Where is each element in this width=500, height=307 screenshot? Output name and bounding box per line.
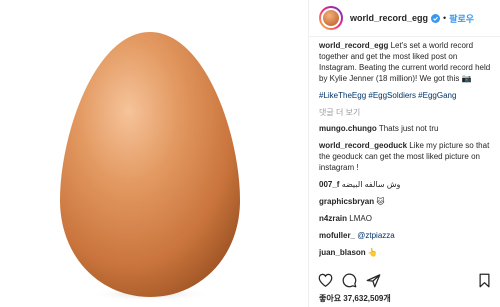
post-sidebar: world_record_egg • 팔로우 world_record_egg … [308, 0, 500, 307]
share-icon [366, 273, 380, 287]
post-header: world_record_egg • 팔로우 [309, 0, 500, 37]
caption: world_record_egg Let's set a world recor… [319, 40, 492, 101]
comment-username[interactable]: graphicsbryan [319, 197, 374, 206]
comment-username[interactable]: mungo.chungo [319, 124, 377, 133]
comment-username[interactable]: n4zrain [319, 214, 347, 223]
comment-item: 007_f وش سالفه البيضه [319, 179, 492, 190]
comment-username[interactable]: juan_blason [319, 248, 366, 257]
more-comments-link[interactable]: 댓글 더 보기 [319, 107, 492, 118]
comment-text: 👆 [367, 248, 378, 257]
egg-image [60, 32, 240, 301]
post-image[interactable] [0, 0, 308, 307]
comment-username[interactable]: world_record_geoduck [319, 141, 407, 150]
save-button[interactable] [476, 272, 492, 288]
comment-item: world_record_geoduck Like my picture so … [319, 140, 492, 173]
comment-username[interactable]: 007_f [319, 180, 339, 189]
comment-text: 🐱 [376, 197, 385, 206]
comment-item: graphicsbryan 🐱 [319, 196, 492, 207]
comment-item: n4zrain LMAO [319, 213, 492, 224]
avatar[interactable] [319, 6, 343, 30]
header-username[interactable]: world_record_egg [350, 13, 428, 23]
comment-text[interactable]: @ztpiazza [357, 231, 394, 240]
verified-badge-icon [431, 13, 441, 23]
likes-count[interactable]: 좋아요 37,632,509개 [319, 293, 391, 304]
comment-text: وش سالفه البيضه [341, 180, 401, 189]
heart-icon [318, 273, 332, 287]
comment-item: juan_blason 👆 [319, 247, 492, 258]
comment-username[interactable]: mofuller_ [319, 231, 355, 240]
comment-text: LMAO [349, 214, 372, 223]
comments-list: world_record_egg Let's set a world recor… [319, 40, 492, 265]
action-bar [317, 271, 492, 289]
post-window: world_record_egg • 팔로우 world_record_egg … [0, 0, 500, 307]
caption-username[interactable]: world_record_egg [319, 41, 388, 50]
follow-button[interactable]: 팔로우 [449, 12, 474, 25]
separator-dot: • [443, 13, 447, 23]
share-button[interactable] [365, 272, 381, 288]
comment-item: mofuller_ @ztpiazza [319, 230, 492, 241]
comment-icon [342, 273, 356, 287]
comment-text: Thats just not tru [378, 124, 439, 133]
bookmark-icon [479, 273, 489, 287]
comment-button[interactable] [341, 272, 357, 288]
comment-item: mungo.chungo Thats just not tru [319, 123, 492, 134]
caption-hashtags[interactable]: #LikeTheEgg #EggSoldiers #EggGang [319, 90, 492, 101]
like-button[interactable] [317, 272, 333, 288]
